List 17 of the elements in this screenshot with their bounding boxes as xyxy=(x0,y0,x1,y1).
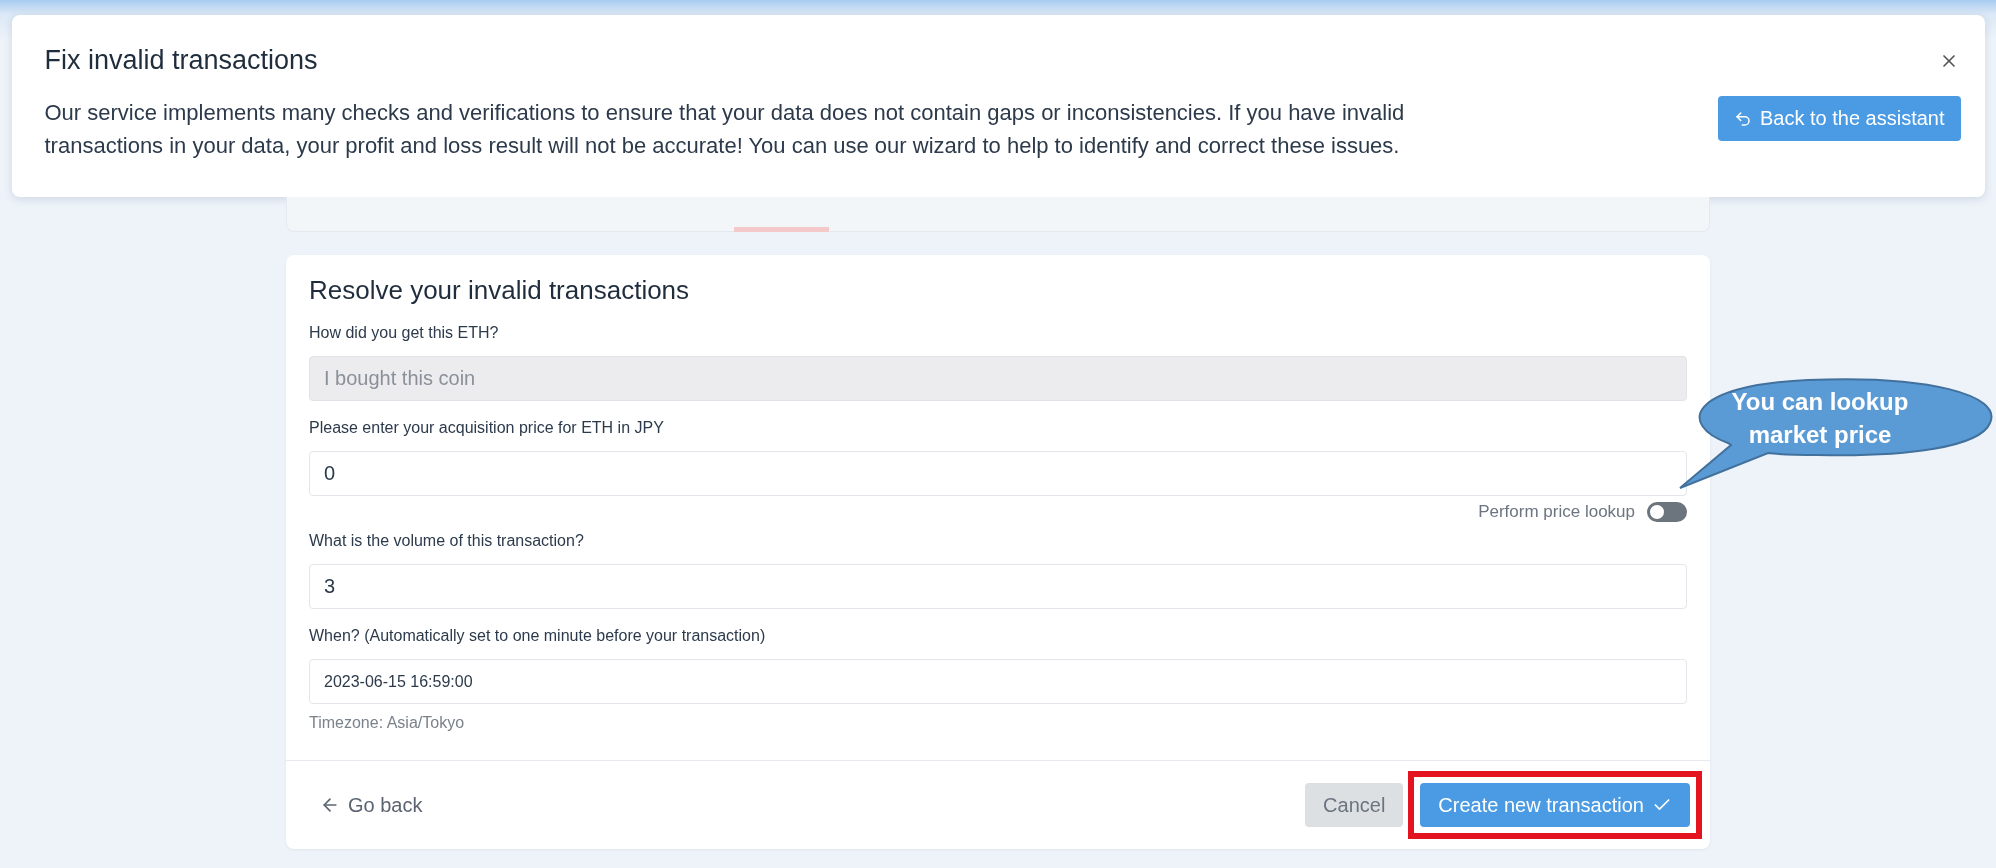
field-label: Please enter your acquisition price for ETH in JPY xyxy=(309,419,665,437)
date-field[interactable]: 2023-06-15 16:59:00 xyxy=(309,659,1687,704)
toggle-switch[interactable] xyxy=(1647,502,1687,522)
dialog-title: Fix invalid transactions xyxy=(44,45,318,76)
go-back-button[interactable]: Go back xyxy=(316,789,427,821)
input-field[interactable]: 0 xyxy=(309,451,1687,496)
timezone-hint: Timezone: Asia/Tokyo xyxy=(309,714,466,732)
toggle-label: Perform price lookup xyxy=(1478,502,1635,522)
undo-icon xyxy=(1733,109,1752,128)
cancel-button[interactable]: Cancel xyxy=(1305,783,1404,827)
field-label: When? (Automatically set to one minute before your transaction) xyxy=(309,627,767,645)
field-label: How did you get this ETH? xyxy=(309,324,500,342)
form-title: Resolve your invalid transactions xyxy=(309,275,691,306)
dialog-description: Our service implements many checks and verifications to ensure that your data does not contain gaps or inconsistencies. If you have invalid transactions in your data, your profit and loss result will not be accurate! You can use our wizard to help to identify and correct these issues. xyxy=(44,99,1406,160)
input-field[interactable]: 3 xyxy=(309,564,1687,609)
callout-text: You can lookup market price xyxy=(1730,387,1910,450)
field-label: What is the volume of this transaction? xyxy=(309,532,585,550)
